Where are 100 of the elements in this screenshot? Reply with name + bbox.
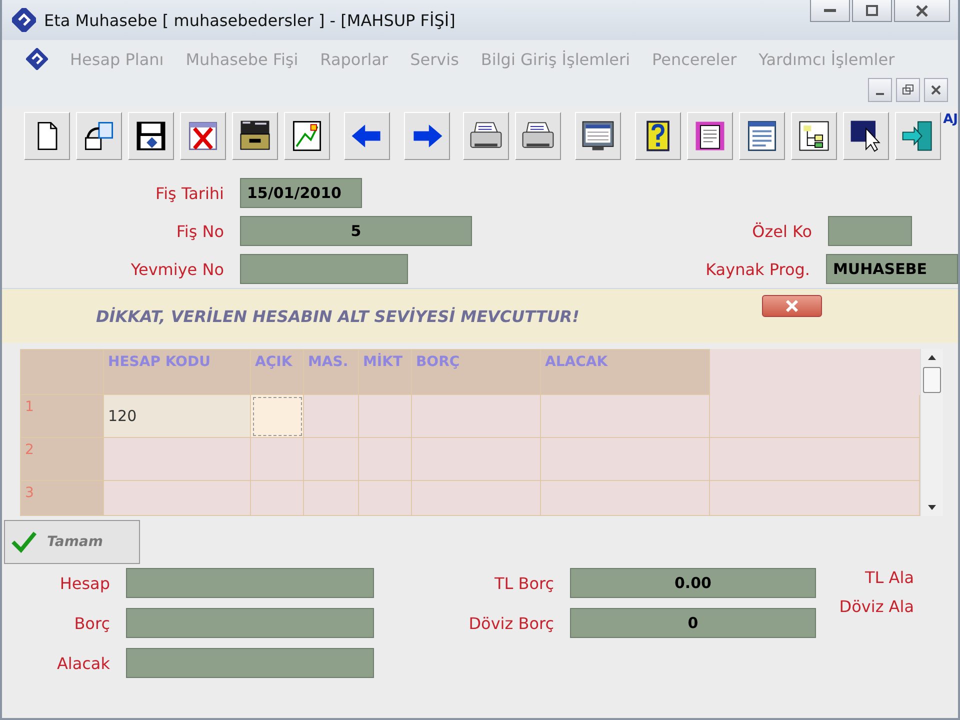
toolbar-label: AJ xyxy=(943,112,958,127)
table-cell[interactable] xyxy=(104,480,250,516)
scrollbar[interactable] xyxy=(920,349,943,516)
close-button[interactable] xyxy=(924,78,948,102)
restore-button[interactable] xyxy=(896,78,920,102)
right-arrow-button[interactable] xyxy=(404,112,450,160)
input-field[interactable] xyxy=(240,254,408,284)
minimize-button[interactable] xyxy=(868,78,892,102)
table-cell[interactable] xyxy=(412,394,540,438)
menu-item[interactable]: Muhasebe Fişi xyxy=(186,50,298,68)
row-number: 3 xyxy=(20,480,104,516)
restore-icon xyxy=(902,84,914,96)
menu-item[interactable]: Yardımcı İşlemler xyxy=(758,50,895,68)
minimize-icon xyxy=(824,9,836,12)
field-label: Hesap xyxy=(58,574,110,592)
printer-button[interactable] xyxy=(463,112,510,160)
field-label: Yevmiye No xyxy=(130,260,224,278)
field-label: TL Borç xyxy=(493,574,554,592)
maximize-button[interactable] xyxy=(852,0,892,22)
table-cell[interactable] xyxy=(304,438,358,480)
column-header[interactable]: MİKT xyxy=(358,350,412,394)
ok-button[interactable]: Tamam xyxy=(4,520,140,564)
field-label: Fiş Tarihi xyxy=(154,184,224,202)
monitor-button[interactable] xyxy=(575,112,622,160)
input-field[interactable]: MUHASEBE xyxy=(826,254,958,284)
scroll-down-icon xyxy=(927,504,937,512)
close-icon xyxy=(915,4,929,16)
input-field[interactable]: 0 xyxy=(570,608,816,638)
table-cell[interactable] xyxy=(710,480,920,516)
printer-button[interactable] xyxy=(515,112,562,160)
column-header[interactable]: AÇIK xyxy=(250,350,304,394)
left-arrow-button[interactable] xyxy=(344,112,390,160)
table-cell[interactable] xyxy=(412,480,540,516)
warning-message: DİKKAT, VERİLEN HESABIN ALT SEVİYESİ MEVCUTTUR! xyxy=(96,306,580,326)
field-label: Kaynak Prog. xyxy=(704,260,810,278)
field-label: Döviz Borç xyxy=(468,614,554,632)
column-header[interactable]: ALACAK xyxy=(540,350,710,394)
input-field[interactable] xyxy=(126,568,374,598)
column-header[interactable]: HESAP KODU xyxy=(104,350,250,394)
maximize-icon xyxy=(865,4,879,16)
table-cell[interactable] xyxy=(304,480,358,516)
close-icon xyxy=(930,84,942,96)
menu-item[interactable]: Servis xyxy=(410,50,459,68)
delete-button[interactable] xyxy=(180,112,226,160)
document-button[interactable] xyxy=(687,112,734,160)
form-window-button[interactable] xyxy=(739,112,786,160)
table-cell[interactable] xyxy=(412,438,540,480)
column-header[interactable]: MAS. xyxy=(304,350,358,394)
table-cell[interactable] xyxy=(358,480,412,516)
tree-diagram-button[interactable] xyxy=(791,112,838,160)
floppy-disk-button[interactable] xyxy=(128,112,174,160)
input-field[interactable] xyxy=(126,648,374,678)
table-cell[interactable] xyxy=(710,438,920,480)
field-label: Fiş No xyxy=(175,222,224,240)
input-field[interactable] xyxy=(828,216,912,246)
field-label: Özel Ko xyxy=(751,222,812,240)
scroll-up-icon xyxy=(927,353,937,361)
menu-item[interactable]: Bilgi Giriş İşlemleri xyxy=(480,50,630,68)
table-cell[interactable] xyxy=(358,394,412,438)
close-button[interactable] xyxy=(762,295,822,317)
scroll-thumb[interactable] xyxy=(923,367,941,393)
window-title: Eta Muhasebe [ muhasebedersler ] - [MAHSUP FİŞİ] xyxy=(44,10,456,30)
table-cell[interactable] xyxy=(104,438,250,480)
table-cell[interactable]: 120 xyxy=(104,394,250,438)
menu-item[interactable]: Pencereler xyxy=(652,50,737,68)
table-cell[interactable] xyxy=(540,394,710,438)
table-cell[interactable] xyxy=(540,480,710,516)
field-label: Alacak xyxy=(56,654,110,672)
table-cell[interactable] xyxy=(250,438,304,480)
input-field[interactable] xyxy=(126,608,374,638)
input-field[interactable]: 5 xyxy=(240,216,472,246)
minimize-button[interactable] xyxy=(810,0,850,22)
row-number: 2 xyxy=(20,438,104,480)
export-button[interactable] xyxy=(76,112,122,160)
close-icon xyxy=(785,299,799,313)
minimize-icon xyxy=(876,93,884,95)
column-header[interactable]: BORÇ xyxy=(412,350,540,394)
row-number: 1 xyxy=(20,394,104,438)
checkmark-icon xyxy=(11,530,37,554)
exit-door-button[interactable] xyxy=(895,112,942,160)
field-label: Döviz Ala xyxy=(838,597,914,616)
new-page-button[interactable] xyxy=(24,112,70,160)
app-logo-icon xyxy=(12,8,36,32)
table-cell[interactable] xyxy=(358,438,412,480)
table-cell[interactable] xyxy=(304,394,358,438)
cursor-button[interactable] xyxy=(843,112,890,160)
table-cell[interactable] xyxy=(710,394,920,438)
menu-item[interactable]: Raporlar xyxy=(320,50,388,68)
drawer-button[interactable] xyxy=(232,112,278,160)
input-field[interactable]: 15/01/2010 xyxy=(240,178,362,208)
table-cell[interactable] xyxy=(250,394,304,438)
field-label: TL Ala xyxy=(864,568,914,587)
menu-item[interactable]: Hesap Planı xyxy=(70,50,164,68)
table-cell[interactable] xyxy=(540,438,710,480)
field-label: Borç xyxy=(73,614,110,632)
chart-button[interactable] xyxy=(284,112,330,160)
close-button[interactable] xyxy=(894,0,950,22)
table-cell[interactable] xyxy=(250,480,304,516)
question-mark-button[interactable] xyxy=(635,112,682,160)
input-field[interactable]: 0.00 xyxy=(570,568,816,598)
